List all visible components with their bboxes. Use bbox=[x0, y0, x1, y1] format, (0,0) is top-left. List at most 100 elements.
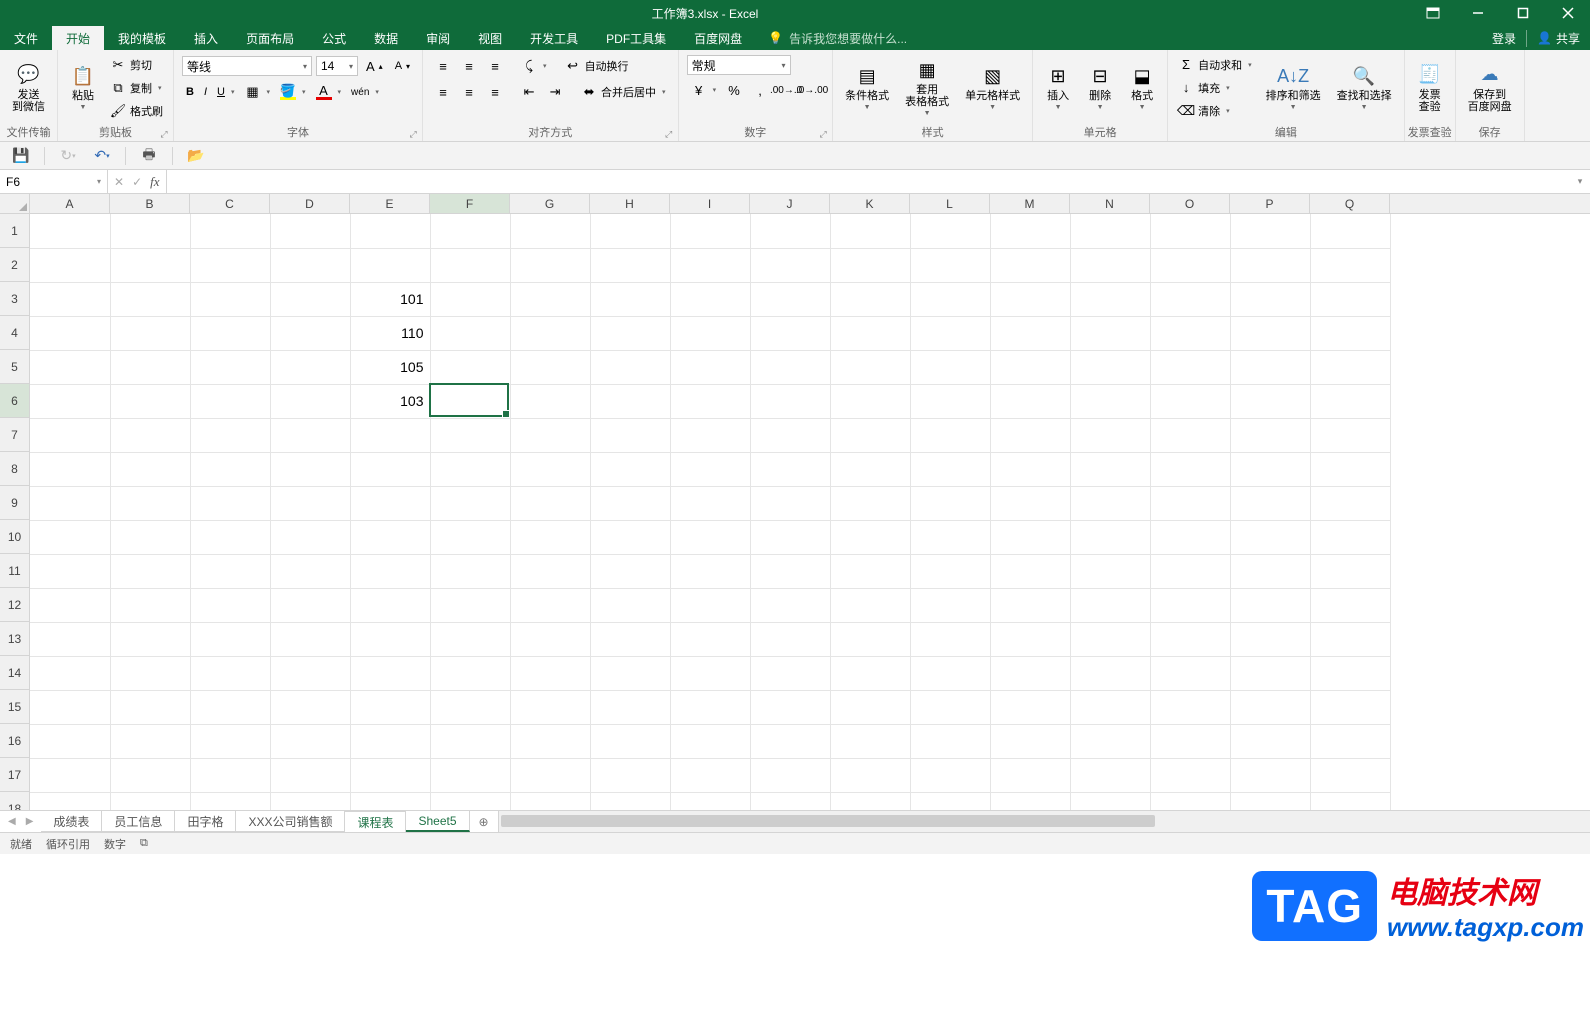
row-header[interactable]: 16 bbox=[0, 724, 29, 758]
cell[interactable] bbox=[190, 792, 270, 810]
cell[interactable] bbox=[750, 588, 830, 622]
cell[interactable] bbox=[350, 486, 430, 520]
cell[interactable] bbox=[1310, 758, 1390, 792]
cell[interactable] bbox=[30, 282, 110, 316]
cell[interactable] bbox=[590, 486, 670, 520]
cell[interactable] bbox=[910, 554, 990, 588]
cell[interactable] bbox=[1230, 384, 1310, 418]
cell[interactable] bbox=[350, 656, 430, 690]
cell[interactable] bbox=[430, 418, 510, 452]
cell[interactable] bbox=[1150, 656, 1230, 690]
tab-data[interactable]: 数据 bbox=[360, 26, 412, 50]
select-all-button[interactable] bbox=[0, 194, 30, 213]
cell[interactable] bbox=[30, 214, 110, 248]
cell[interactable] bbox=[270, 248, 350, 282]
cell[interactable] bbox=[1070, 520, 1150, 554]
row-header[interactable]: 1 bbox=[0, 214, 29, 248]
cell[interactable] bbox=[510, 724, 590, 758]
cell[interactable] bbox=[1310, 656, 1390, 690]
cell[interactable] bbox=[30, 520, 110, 554]
cell[interactable] bbox=[190, 452, 270, 486]
tab-view[interactable]: 视图 bbox=[464, 26, 516, 50]
cell[interactable] bbox=[750, 248, 830, 282]
row-header[interactable]: 8 bbox=[0, 452, 29, 486]
cell[interactable] bbox=[30, 588, 110, 622]
cell[interactable] bbox=[110, 622, 190, 656]
cell[interactable] bbox=[510, 690, 590, 724]
cell[interactable] bbox=[670, 622, 750, 656]
cell[interactable] bbox=[110, 724, 190, 758]
cell[interactable] bbox=[750, 690, 830, 724]
cell[interactable] bbox=[1150, 282, 1230, 316]
cell[interactable] bbox=[910, 622, 990, 656]
cell[interactable] bbox=[430, 724, 510, 758]
cell[interactable] bbox=[990, 758, 1070, 792]
sheet-tab[interactable]: 课程表 bbox=[345, 811, 406, 832]
send-to-wechat-button[interactable]: 💬 发送到微信 bbox=[6, 61, 51, 115]
cell[interactable] bbox=[990, 724, 1070, 758]
clear-button[interactable]: ⌫清除▾ bbox=[1174, 100, 1256, 122]
cell[interactable] bbox=[830, 350, 910, 384]
cell[interactable] bbox=[270, 724, 350, 758]
column-header[interactable]: J bbox=[750, 194, 830, 213]
italic-button[interactable]: I bbox=[200, 81, 211, 103]
cell[interactable] bbox=[190, 758, 270, 792]
cell[interactable] bbox=[510, 282, 590, 316]
cell[interactable] bbox=[1150, 758, 1230, 792]
horizontal-scrollbar[interactable] bbox=[498, 811, 1590, 832]
cell[interactable] bbox=[590, 792, 670, 810]
cell[interactable] bbox=[990, 316, 1070, 350]
cell[interactable] bbox=[1230, 282, 1310, 316]
number-format-combo[interactable]: 常规▾ bbox=[687, 55, 791, 75]
cell[interactable] bbox=[110, 248, 190, 282]
cell[interactable] bbox=[1150, 214, 1230, 248]
cell[interactable]: 110 bbox=[350, 316, 430, 350]
cell[interactable] bbox=[750, 758, 830, 792]
cell[interactable] bbox=[1150, 588, 1230, 622]
expand-formula-bar-icon[interactable]: ▾ bbox=[1570, 170, 1590, 193]
cell[interactable] bbox=[1310, 520, 1390, 554]
conditional-format-button[interactable]: ▤条件格式▼ bbox=[839, 62, 895, 113]
cell[interactable] bbox=[670, 792, 750, 810]
align-bottom-button[interactable]: ≡ bbox=[483, 55, 507, 77]
cell[interactable] bbox=[270, 452, 350, 486]
redo-button[interactable]: ↻▾ bbox=[57, 145, 79, 167]
cell[interactable] bbox=[910, 588, 990, 622]
cell[interactable] bbox=[1150, 554, 1230, 588]
copy-button[interactable]: ⧉复制▾ bbox=[106, 77, 167, 99]
cell[interactable] bbox=[1070, 656, 1150, 690]
cell[interactable] bbox=[910, 282, 990, 316]
cell[interactable] bbox=[1070, 384, 1150, 418]
cell[interactable] bbox=[750, 350, 830, 384]
row-header[interactable]: 2 bbox=[0, 248, 29, 282]
column-header[interactable]: F bbox=[430, 194, 510, 213]
cell[interactable] bbox=[910, 486, 990, 520]
cell[interactable] bbox=[910, 656, 990, 690]
cell[interactable] bbox=[110, 418, 190, 452]
cell[interactable] bbox=[750, 316, 830, 350]
cell[interactable] bbox=[990, 418, 1070, 452]
font-size-combo[interactable]: 14▾ bbox=[316, 56, 358, 76]
cell[interactable] bbox=[830, 384, 910, 418]
cell[interactable] bbox=[830, 214, 910, 248]
align-right-button[interactable]: ≡ bbox=[483, 81, 507, 103]
cell[interactable] bbox=[1310, 316, 1390, 350]
row-header[interactable]: 12 bbox=[0, 588, 29, 622]
cell[interactable] bbox=[430, 690, 510, 724]
cell[interactable] bbox=[590, 724, 670, 758]
cell[interactable] bbox=[990, 792, 1070, 810]
cell[interactable] bbox=[1310, 384, 1390, 418]
cell[interactable] bbox=[1310, 350, 1390, 384]
cell[interactable] bbox=[110, 214, 190, 248]
cell[interactable] bbox=[270, 520, 350, 554]
cell[interactable] bbox=[1310, 724, 1390, 758]
cell[interactable] bbox=[990, 350, 1070, 384]
cell[interactable] bbox=[1070, 588, 1150, 622]
cell[interactable] bbox=[1150, 486, 1230, 520]
cell[interactable] bbox=[1230, 214, 1310, 248]
cell[interactable] bbox=[670, 690, 750, 724]
cell[interactable] bbox=[990, 384, 1070, 418]
column-header[interactable]: I bbox=[670, 194, 750, 213]
cell[interactable] bbox=[1310, 248, 1390, 282]
dialog-launcher-icon[interactable]: ⤢ bbox=[407, 126, 419, 138]
